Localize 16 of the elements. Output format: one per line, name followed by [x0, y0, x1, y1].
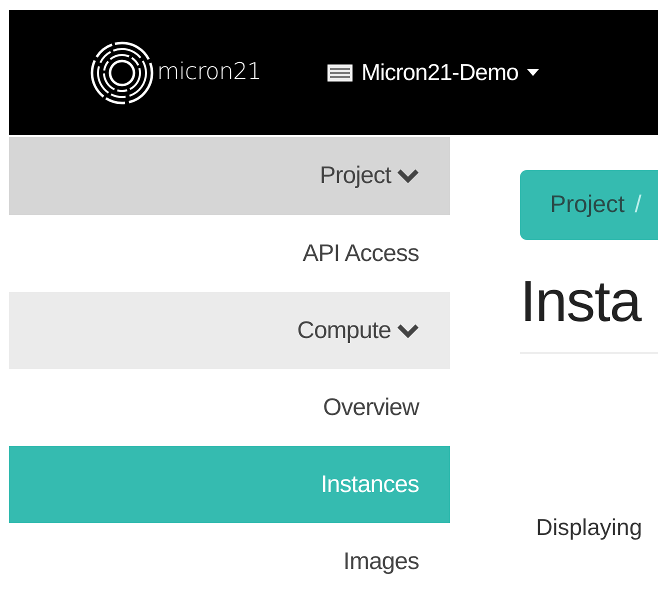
page-title: Insta [520, 270, 643, 334]
sidebar-section[interactable]: Project [9, 137, 450, 215]
sidebar-item[interactable]: Overview [9, 369, 450, 446]
rings-icon [89, 40, 155, 106]
project-dropdown[interactable]: Micron21-Demo [327, 55, 540, 90]
chevron-down-icon [397, 324, 419, 338]
breadcrumb-link[interactable]: Project [550, 187, 625, 223]
chevron-down-icon [397, 169, 419, 183]
breadcrumb-separator: / [634, 190, 642, 220]
caret-icon [526, 68, 540, 77]
logo-text: micron21 [157, 58, 262, 88]
table-info-text: Displaying [536, 512, 644, 542]
server-icon [327, 64, 354, 82]
sidebar-item[interactable]: Images [9, 523, 450, 598]
sidebar-item[interactable]: API Access [9, 215, 450, 292]
sidebar-section[interactable]: Compute [9, 292, 450, 369]
